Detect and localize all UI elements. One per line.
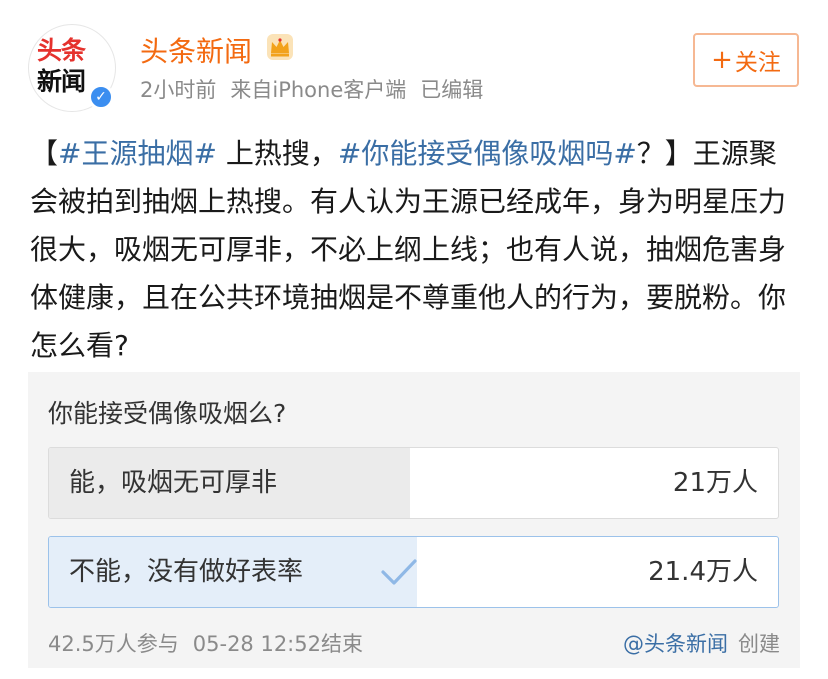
post-meta: 2小时前 来自iPhone客户端 已编辑 — [140, 74, 497, 104]
post-text-part: 上热搜， — [216, 137, 338, 170]
post-text-part: ？】王源聚会被拍到抽烟上热搜。有人认为王源已经成年，身为明星压力很大，吸烟无可厚… — [30, 137, 787, 362]
checkmark-icon — [381, 559, 417, 585]
follow-button[interactable]: + 关注 — [693, 33, 799, 87]
poll-option-count: 21万人 — [672, 468, 758, 498]
poll-option-count: 21.4万人 — [648, 557, 758, 587]
username[interactable]: 头条新闻 — [140, 30, 252, 70]
verified-icon: ✓ — [88, 84, 114, 110]
poll-option[interactable]: 能，吸烟无可厚非 21万人 — [48, 447, 779, 519]
poll-end-time: 05-28 12:52结束 — [192, 632, 363, 656]
poll-option-label: 不能，没有做好表率 — [69, 557, 304, 587]
avatar-logo-line1: 头条 — [37, 36, 86, 65]
bracket-open: 【 — [30, 137, 59, 170]
hashtag-link[interactable]: #王源抽烟# — [58, 137, 217, 170]
poll-option-label: 能，吸烟无可厚非 — [69, 468, 278, 498]
poll-card: 你能接受偶像吸烟么? 能，吸烟无可厚非 21万人 不能，没有做好表率 21.4万… — [28, 372, 800, 668]
poll-participants: 42.5万人参与 — [48, 632, 179, 656]
crown-icon[interactable] — [265, 32, 295, 62]
edited-label[interactable]: 已编辑 — [420, 78, 483, 102]
follow-label: 关注 — [734, 50, 781, 76]
post-time: 2小时前 — [140, 78, 217, 102]
poll-created-label: 创建 — [738, 632, 780, 656]
post-text: 【#王源抽烟# 上热搜，#你能接受偶像吸烟吗#？】王源聚会被拍到抽烟上热搜。有人… — [30, 130, 802, 370]
poll-question: 你能接受偶像吸烟么? — [48, 399, 287, 428]
plus-icon: + — [711, 45, 733, 75]
poll-footer-stats: 42.5万人参与 05-28 12:52结束 — [48, 628, 377, 658]
poll-footer-creator: @头条新闻 创建 — [623, 628, 780, 658]
hashtag-link[interactable]: #你能接受偶像吸烟吗# — [338, 137, 637, 170]
poll-option-selected[interactable]: 不能，没有做好表率 21.4万人 — [48, 536, 779, 608]
post-source[interactable]: 来自iPhone客户端 — [230, 78, 406, 102]
poll-creator-link[interactable]: @头条新闻 — [623, 632, 728, 656]
